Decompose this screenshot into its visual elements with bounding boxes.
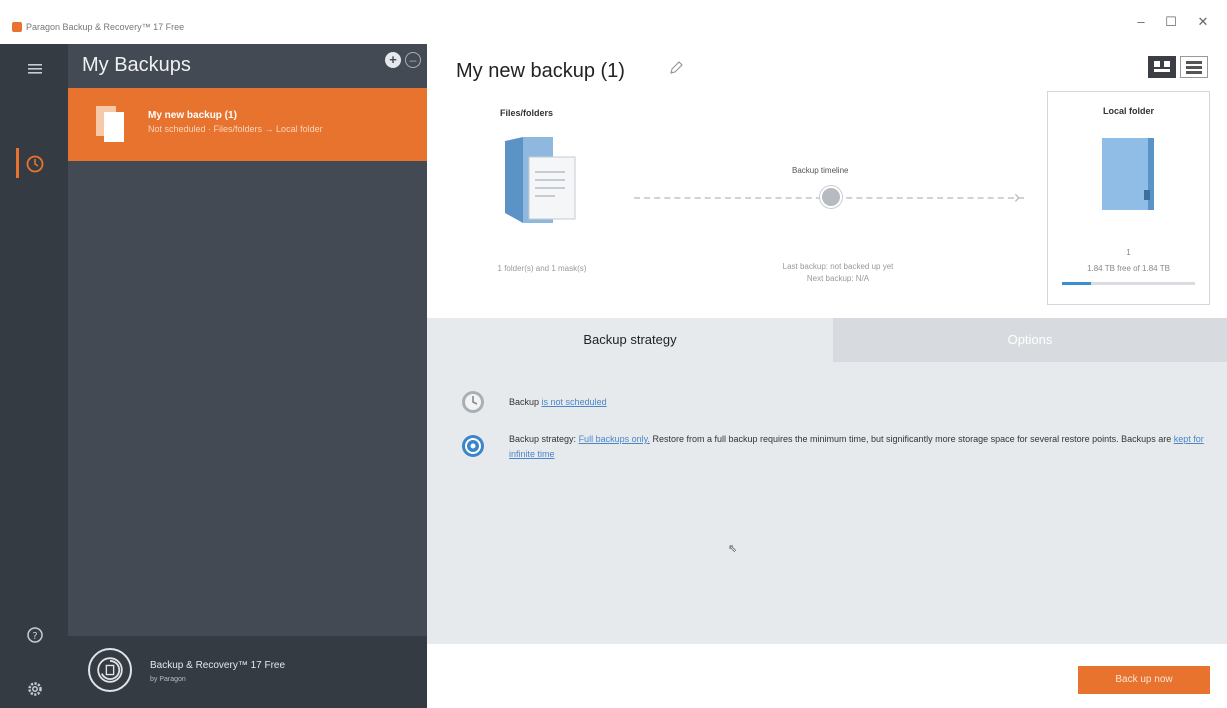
collapse-button[interactable]: –	[405, 52, 421, 68]
product-logo-icon	[88, 648, 132, 692]
drive-icon	[1102, 138, 1154, 210]
destination-card[interactable]: Local folder 1 1.84 TB free of 1.84 TB	[1047, 91, 1210, 305]
backup-title: My new backup (1)	[456, 60, 625, 82]
app-icon	[12, 22, 22, 32]
backups-panel: My Backups + – My new backup (1) Not sch…	[68, 44, 427, 708]
close-button[interactable]: ✕	[1190, 14, 1216, 30]
back-up-now-button[interactable]: Back up now	[1078, 666, 1210, 694]
storage-usage-fill	[1062, 282, 1092, 285]
title-bar: Paragon Backup & Recovery™ 17 Free – ☐ ✕	[0, 0, 1227, 44]
view-toggle	[1148, 56, 1208, 78]
product-vendor: by Paragon	[150, 676, 186, 683]
help-icon[interactable]: ?	[24, 626, 46, 649]
strategy-icon	[462, 435, 484, 457]
diagram-view-button[interactable]	[1148, 56, 1176, 78]
edit-icon[interactable]	[668, 60, 686, 78]
schedule-clock-icon	[462, 391, 484, 413]
product-name: Backup & Recovery™ 17 Free	[150, 660, 286, 671]
list-view-button[interactable]	[1180, 56, 1208, 78]
clock-icon	[820, 186, 842, 208]
panel-title: My Backups	[82, 54, 191, 76]
strategy-prefix: Backup strategy:	[509, 434, 577, 444]
timeline-label: Backup timeline	[792, 166, 849, 175]
panel-header: My Backups + –	[68, 44, 427, 88]
arrow-right-icon: ›	[1014, 187, 1020, 207]
active-indicator	[16, 148, 19, 178]
window-title: Paragon Backup & Recovery™ 17 Free	[26, 22, 185, 32]
files-folders-icon[interactable]	[503, 135, 578, 225]
tab-backup-strategy[interactable]: Backup strategy	[427, 318, 833, 362]
strategy-panel: Backup is not scheduled Backup strategy:…	[427, 362, 1227, 644]
left-rail: ?	[0, 44, 68, 708]
storage-usage-bar	[1062, 282, 1195, 285]
minimize-button[interactable]: –	[1128, 14, 1154, 29]
backup-item-subtitle: Not scheduled · Files/folders → Local fo…	[148, 124, 323, 134]
backup-list-item[interactable]: My new backup (1) Not scheduled · Files/…	[68, 88, 427, 161]
destination-label: Local folder	[1102, 106, 1154, 116]
source-label: Files/folders	[500, 108, 554, 118]
destination-count: 1	[1126, 248, 1131, 257]
schedule-prefix: Backup	[509, 397, 540, 407]
last-backup-text: Last backup: not backed up yet	[782, 262, 894, 271]
tabs: Backup strategy Options	[427, 318, 1227, 362]
maximize-button[interactable]: ☐	[1158, 14, 1184, 30]
strategy-description: Restore from a full backup requires the …	[652, 434, 1015, 444]
add-backup-button[interactable]: +	[385, 52, 401, 68]
next-backup-text: Next backup: N/A	[806, 274, 870, 283]
menu-icon[interactable]	[24, 62, 46, 81]
files-icon	[96, 106, 124, 142]
source-caption: 1 folder(s) and 1 mask(s)	[497, 264, 587, 273]
backup-item-name: My new backup (1)	[148, 110, 237, 121]
strategy-description-2: for several restore points. Backups are	[1017, 434, 1172, 444]
mouse-cursor-icon: ⇖	[728, 543, 738, 555]
destination-free-space: 1.84 TB free of 1.84 TB	[1087, 264, 1170, 273]
schedule-row: Backup is not scheduled	[509, 395, 607, 410]
settings-icon[interactable]	[24, 680, 46, 703]
backups-icon[interactable]	[24, 154, 46, 179]
schedule-link[interactable]: is not scheduled	[542, 397, 607, 407]
strategy-row: Backup strategy: Full backups only. Rest…	[509, 432, 1209, 462]
tab-options[interactable]: Options	[833, 318, 1227, 362]
panel-footer: Backup & Recovery™ 17 Free by Paragon	[68, 636, 427, 708]
svg-text:?: ?	[32, 631, 37, 642]
strategy-link[interactable]: Full backups only.	[579, 434, 650, 444]
